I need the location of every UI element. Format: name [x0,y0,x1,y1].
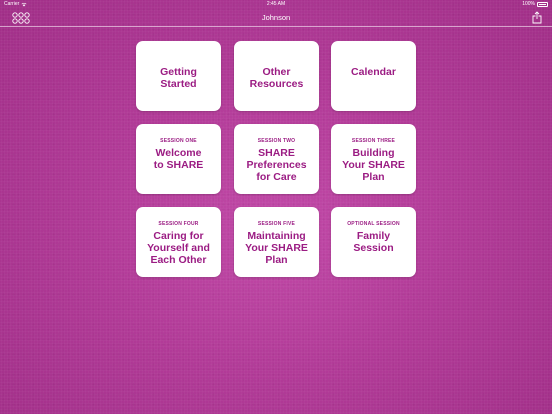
tile-title: Calendar [351,66,396,78]
status-time: 2:45 AM [266,1,286,7]
status-bar: Carrier 2:45 AM 100% [0,0,552,9]
tile-session-four[interactable]: SESSION FOUR Caring for Yourself and Eac… [136,207,221,277]
nav-title: Johnson [261,13,291,22]
tile-session-label: OPTIONAL SESSION [347,221,400,227]
tile-calendar[interactable]: Calendar [331,41,416,111]
tile-title: SHARE Preferences for Care [246,147,307,183]
tile-session-label: SESSION FIVE [257,221,296,227]
tile-session-label: SESSION THREE [351,138,396,144]
tile-title: Family Session [353,230,394,254]
nav-bar: Johnson [0,9,552,27]
tile-title: Getting Started [160,65,197,90]
tile-optional-session[interactable]: OPTIONAL SESSION Family Session [331,207,416,277]
tile-session-three[interactable]: SESSION THREE Building Your SHARE Plan [331,124,416,194]
tile-session-two[interactable]: SESSION TWO SHARE Preferences for Care [234,124,319,194]
status-right: 100% [522,0,548,9]
share-icon[interactable] [532,11,542,24]
tile-session-label: SESSION TWO [257,138,296,144]
tile-getting-started[interactable]: Getting Started [136,41,221,111]
tile-session-label: SESSION ONE [160,138,197,144]
tile-title: Caring for Yourself and Each Other [147,230,210,266]
tile-session-label: SESSION FOUR [158,221,199,227]
tile-title: Maintaining Your SHARE Plan [245,230,308,266]
battery-icon [537,2,548,7]
tile-title: Other Resources [249,65,304,90]
tile-title: Building Your SHARE Plan [342,147,405,183]
tile-other-resources[interactable]: Other Resources [234,41,319,111]
grid-dots-icon[interactable] [12,12,30,24]
tile-title: Welcome to SHARE [153,147,204,171]
battery-label: 100% [522,1,535,7]
tile-session-one[interactable]: SESSION ONE Welcome to SHARE [136,124,221,194]
tile-session-five[interactable]: SESSION FIVE Maintaining Your SHARE Plan [234,207,319,277]
